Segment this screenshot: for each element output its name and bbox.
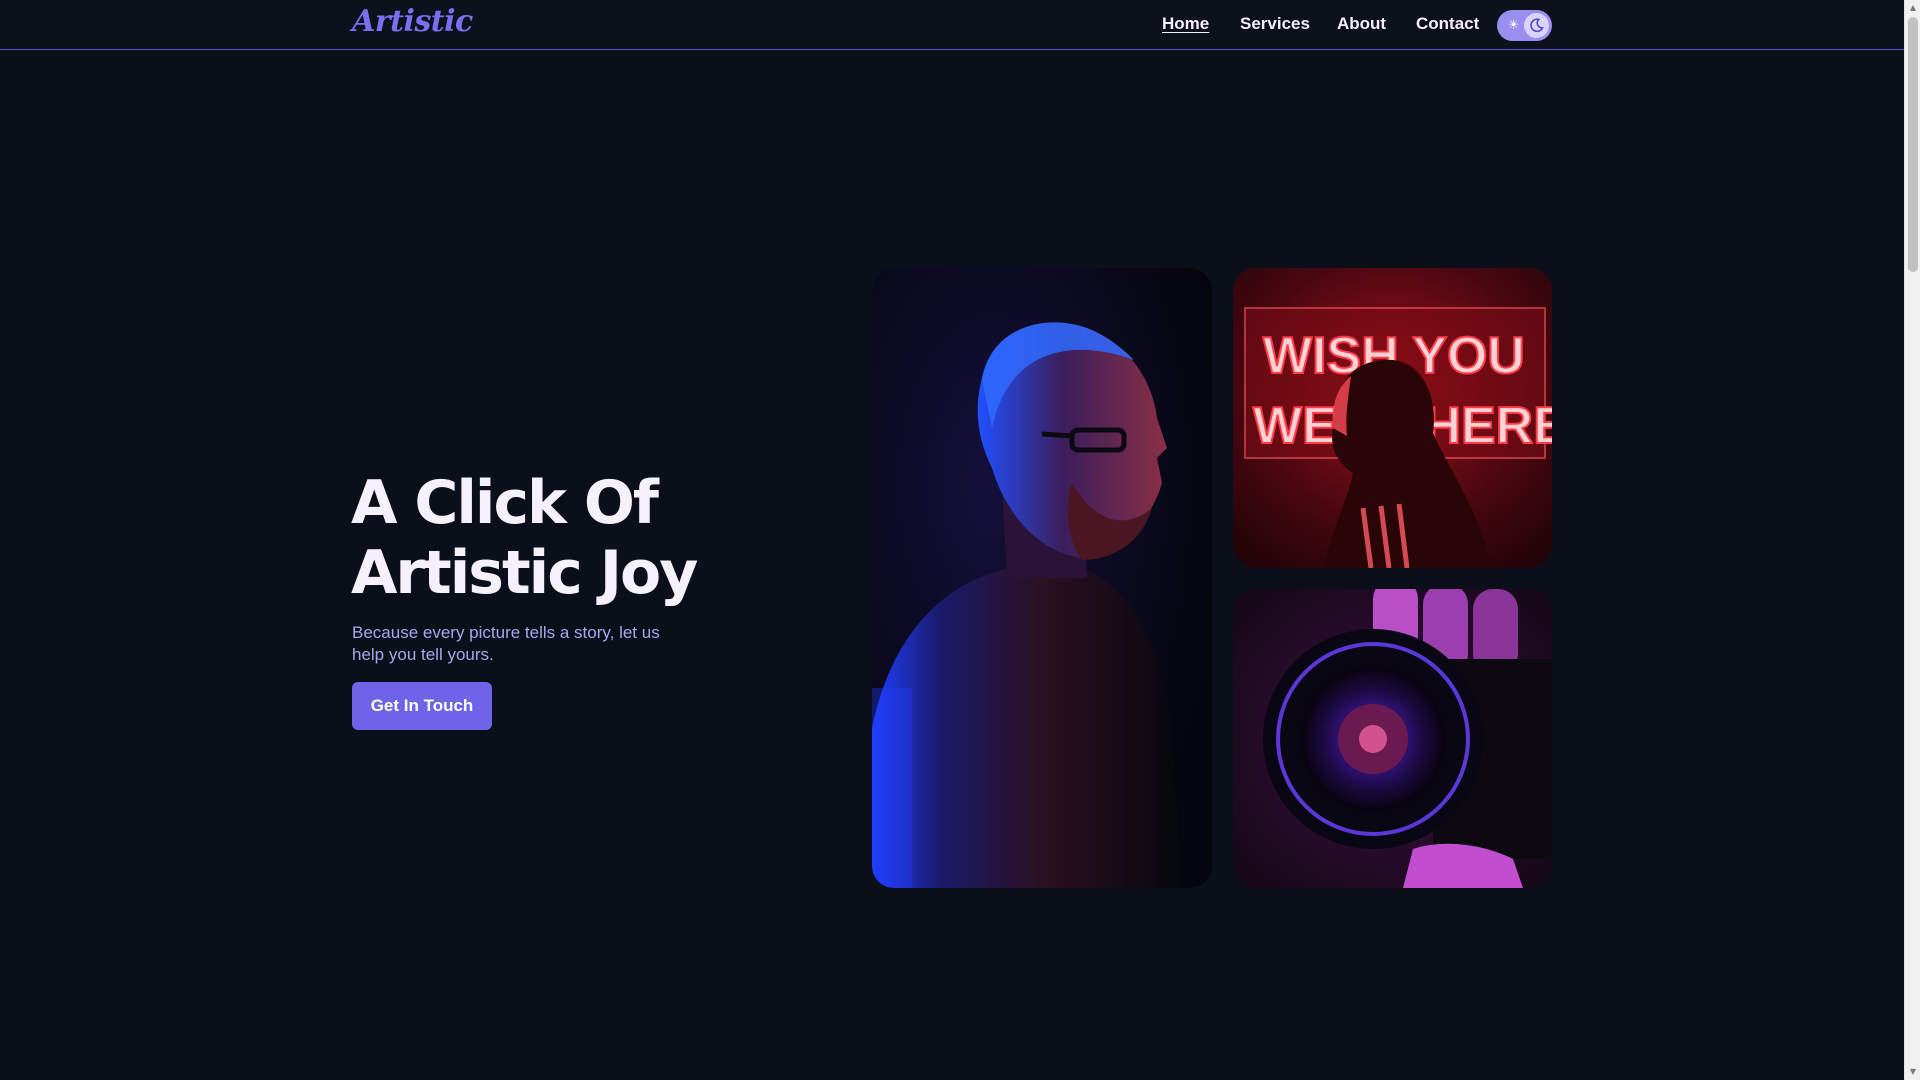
hero-title: A Click Of Artistic Joy [351, 468, 698, 608]
sun-icon: ☀ [1507, 18, 1520, 33]
page-scrollbar[interactable]: ▲ ▼ [1904, 0, 1920, 1080]
photo-man-portrait [872, 268, 1212, 888]
hero-subtitle: Because every picture tells a story, let… [352, 623, 660, 664]
photo-neon-sign: WISH YOU WERE HERE [1233, 268, 1552, 568]
hero-title-line2: Artistic Joy [351, 538, 698, 608]
get-in-touch-button[interactable]: Get In Touch [352, 682, 492, 730]
nav-link-contact[interactable]: Contact [1416, 14, 1479, 34]
nav-link-about[interactable]: About [1337, 14, 1386, 34]
site-header: Artistic Home Services About Contact ☀ [0, 0, 1904, 50]
nav-link-services[interactable]: Services [1240, 14, 1310, 34]
hero-title-line1: A Click Of [351, 468, 659, 538]
toggle-knob [1524, 13, 1549, 38]
theme-toggle[interactable]: ☀ [1497, 10, 1552, 41]
scroll-down-arrow-icon[interactable]: ▼ [1905, 1064, 1920, 1080]
nav-link-home[interactable]: Home [1162, 14, 1209, 34]
scroll-up-arrow-icon[interactable]: ▲ [1905, 0, 1920, 16]
photo-camera-lens [1233, 589, 1552, 888]
site-logo[interactable]: Artistic [352, 4, 473, 39]
scroll-thumb[interactable] [1908, 17, 1918, 272]
moon-icon [1530, 18, 1544, 33]
